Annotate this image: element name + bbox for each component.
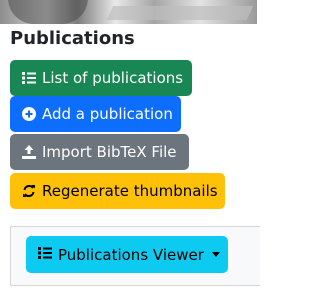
import-bibtex-label: Import BibTeX File bbox=[42, 143, 177, 161]
header-photo bbox=[0, 0, 257, 24]
regenerate-thumbnails-button[interactable]: Regenerate thumbnails bbox=[10, 173, 225, 209]
section-title: Publications bbox=[10, 28, 135, 49]
plus-circle-icon bbox=[22, 107, 36, 121]
sync-icon bbox=[22, 184, 36, 198]
regenerate-thumbnails-label: Regenerate thumbnails bbox=[42, 182, 218, 200]
publications-viewer-label: Publications Viewer bbox=[58, 245, 204, 264]
publications-viewer-dropdown[interactable]: Publications Viewer bbox=[26, 236, 228, 273]
list-icon bbox=[22, 71, 36, 85]
chevron-down-icon bbox=[211, 252, 220, 257]
add-publication-button[interactable]: Add a publication bbox=[10, 96, 181, 132]
list-publications-button[interactable]: List of publications bbox=[10, 60, 192, 96]
list-icon bbox=[38, 246, 52, 264]
add-publication-label: Add a publication bbox=[42, 105, 173, 123]
upload-icon bbox=[22, 145, 36, 159]
list-publications-label: List of publications bbox=[42, 69, 184, 87]
import-bibtex-button[interactable]: Import BibTeX File bbox=[10, 134, 189, 170]
